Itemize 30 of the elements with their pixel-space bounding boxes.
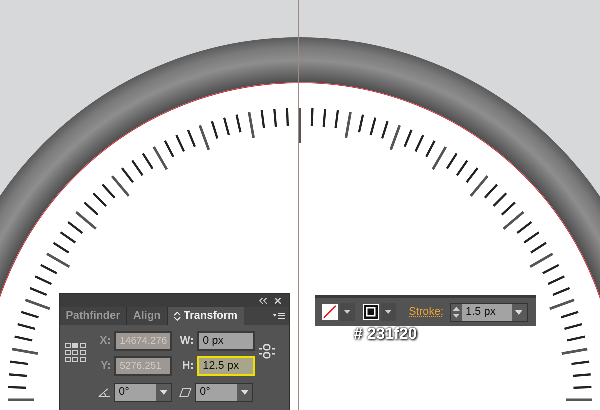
field-label: H:	[181, 358, 194, 374]
input-field[interactable]: 12.5 px	[197, 356, 255, 376]
shear-dropdown[interactable]: 0°	[195, 383, 253, 402]
link-icon[interactable]	[259, 344, 275, 359]
expand-icon	[174, 312, 181, 320]
field-label: X:	[99, 334, 111, 349]
caret-icon	[385, 310, 392, 314]
stroke-weight-field[interactable]: 1.5 px	[450, 302, 528, 322]
fill-none-swatch[interactable]	[322, 304, 338, 320]
color-hex-caption: # 231f20	[354, 325, 418, 345]
caret-icon	[240, 390, 248, 395]
stroke-swatch[interactable]	[363, 304, 379, 320]
caret-icon	[515, 310, 524, 314]
caret-icon	[160, 390, 168, 395]
field-label: W:	[179, 334, 194, 349]
close-icon[interactable]	[275, 298, 281, 304]
stroke-link[interactable]: Stroke:	[409, 304, 444, 320]
collapse-icon[interactable]	[259, 298, 267, 304]
panel-tab[interactable]: Pathfinder	[60, 307, 128, 325]
panel-menu-icon[interactable]	[273, 313, 285, 320]
reference-point-icon[interactable]	[65, 343, 86, 362]
shear-icon	[179, 388, 192, 398]
input-field[interactable]: 0 px	[197, 331, 255, 351]
panel-tab[interactable]: Transform	[168, 307, 244, 325]
rotate-angle-icon	[98, 388, 111, 398]
field-label: Y:	[100, 358, 111, 374]
rotate-dropdown[interactable]: 0°	[114, 383, 172, 402]
caret-icon	[344, 310, 351, 314]
dropdown-button[interactable]	[340, 303, 355, 321]
dropdown-button[interactable]	[381, 303, 396, 321]
